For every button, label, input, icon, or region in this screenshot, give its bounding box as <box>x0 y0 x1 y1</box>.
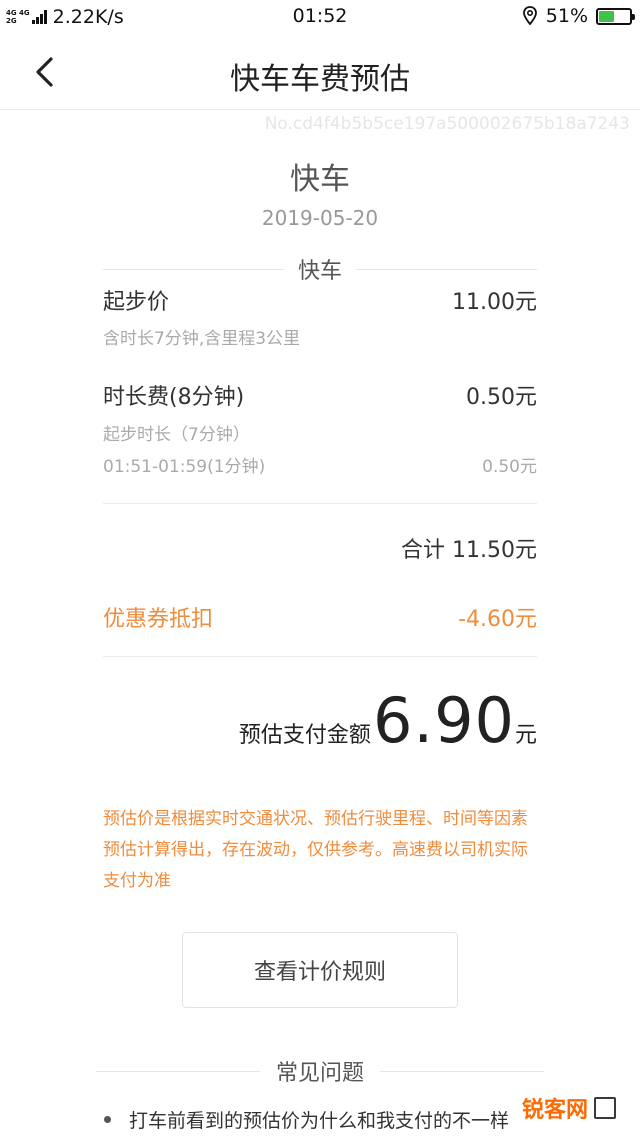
duration-detail-amount: 0.50元 <box>482 457 537 477</box>
payment-label: 预估支付金额 <box>238 723 371 748</box>
duration-detail-label: 01:51-01:59(1分钟) <box>103 457 266 477</box>
faq-divider: 常见问题 <box>96 1056 545 1086</box>
duration-desc: 起步时长（7分钟） <box>103 425 250 445</box>
payment-unit: 元 <box>514 723 537 748</box>
base-fare-row: 起步价 11.00元 <box>103 284 537 316</box>
duration-fee-amount: 0.50元 <box>466 385 537 410</box>
coupon-label: 优惠券抵扣 <box>103 607 214 632</box>
order-number: No.cd4f4b5b5ce197a500002675b18a7243 <box>264 114 630 134</box>
faq-item-text: 打车前看到的预估价为什么和我支付的不一样 <box>129 1110 510 1132</box>
coupon-amount: -4.60元 <box>458 607 537 632</box>
view-pricing-rules-button[interactable]: 查看计价规则 <box>182 932 458 1008</box>
watermark-logo-icon <box>594 1097 616 1119</box>
base-fare-label: 起步价 <box>103 290 170 315</box>
status-bar: 4G 4G 2G 2.22K/s 01:52 51% <box>0 0 640 34</box>
watermark-text: 锐客网 <box>521 1098 588 1123</box>
duration-fee-row: 时长费(8分钟) 0.50元 <box>103 379 537 411</box>
section-divider: 快车 <box>103 254 538 284</box>
battery-icon <box>596 7 635 25</box>
section-label: 快车 <box>298 259 343 284</box>
duration-desc-row: 起步时长（7分钟） <box>103 420 537 445</box>
faq-item[interactable]: 打车前看到的预估价为什么和我支付的不一样 <box>104 1106 514 1133</box>
divider <box>103 656 537 657</box>
watermark: 锐客网 <box>517 1090 620 1126</box>
battery-percent: 51% <box>545 5 588 27</box>
total-amount: 合计 11.50元 <box>401 538 537 563</box>
base-fare-desc: 含时长7分钟,含里程3公里 <box>103 329 301 349</box>
coupon-row: 优惠券抵扣 -4.60元 <box>103 601 537 633</box>
base-fare-amount: 11.00元 <box>452 290 537 315</box>
payment-amount: 6.90 <box>372 684 515 757</box>
nav-bar: 快车车费预估 <box>0 34 640 110</box>
base-fare-desc-row: 含时长7分钟,含里程3公里 <box>103 324 537 349</box>
car-type: 快车 <box>290 162 350 197</box>
faq-title: 常见问题 <box>276 1061 365 1086</box>
page-title: 快车车费预估 <box>230 62 410 97</box>
payment-row: 预估支付金额 6.90 元 <box>239 690 537 752</box>
duration-detail-row: 01:51-01:59(1分钟) 0.50元 <box>103 452 537 477</box>
battery-fill <box>599 10 615 22</box>
trip-date: 2019-05-20 <box>261 206 379 230</box>
divider <box>103 503 537 504</box>
bullet-icon <box>104 1116 111 1123</box>
duration-fee-label: 时长费(8分钟) <box>103 385 245 410</box>
price-notice: 预估价是根据实时交通状况、预估行驶里程、时间等因素预估计算得出，存在波动，仅供参… <box>103 809 528 891</box>
location-icon <box>522 6 537 26</box>
